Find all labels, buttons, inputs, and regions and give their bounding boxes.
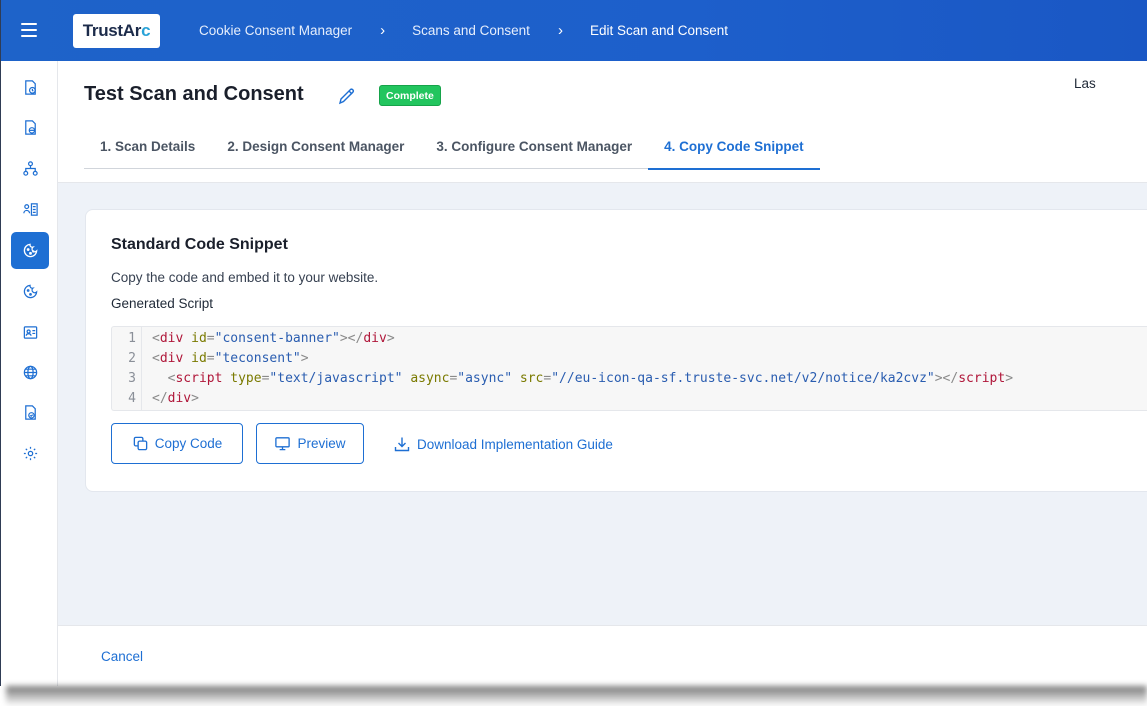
cookie-outline-icon[interactable] [11,273,49,310]
download-guide-label: Download Implementation Guide [417,436,613,452]
breadcrumb: Cookie Consent Manager › Scans and Conse… [199,0,728,61]
id-card-icon[interactable] [11,314,49,351]
code-lines: <div id="consent-banner"></div> <div id=… [152,329,1013,409]
document-globe-icon[interactable] [11,109,49,146]
line-number: 4 [128,391,136,406]
line-number: 1 [128,331,136,346]
code-line: <div id="consent-banner"></div> [152,331,395,346]
copy-icon [133,436,148,451]
app-window: TrustArc Cookie Consent Manager › Scans … [0,0,1147,686]
tab-scan-details[interactable]: 1. Scan Details [84,123,211,169]
top-navigation-bar: TrustArc Cookie Consent Manager › Scans … [1,0,1147,61]
breadcrumb-edit-scan-and-consent: Edit Scan and Consent [589,23,729,38]
code-editor[interactable]: 1 2 3 4 <div id="consent-banner"></div> … [111,326,1147,411]
page-header: Test Scan and Consent Complete 1. Scan D… [58,61,1147,183]
preview-button[interactable]: Preview [256,423,364,464]
hamburger-menu-icon[interactable] [21,23,37,37]
trustarc-logo[interactable]: TrustArc [73,14,160,48]
tab-configure-consent-manager[interactable]: 3. Configure Consent Manager [420,123,648,169]
breadcrumb-scans-and-consent[interactable]: Scans and Consent [412,23,530,38]
document-clock-icon[interactable] [11,69,49,106]
breadcrumb-cookie-consent-manager[interactable]: Cookie Consent Manager [199,23,352,38]
sidebar [1,61,58,686]
line-number: 2 [128,351,136,366]
tab-copy-code-snippet[interactable]: 4. Copy Code Snippet [648,123,820,170]
card-title: Standard Code Snippet [111,236,288,253]
code-line: </div> [152,391,199,406]
code-line: <script type="text/javascript" async="as… [167,371,1014,386]
globe-icon[interactable] [11,354,49,391]
copy-code-label: Copy Code [154,436,223,451]
generated-script-label: Generated Script [111,296,214,311]
cancel-button[interactable]: Cancel [101,649,143,664]
line-number-gutter: 1 2 3 4 [112,327,142,410]
gear-icon[interactable] [11,435,49,472]
person-list-icon[interactable] [11,191,49,228]
page-title: Test Scan and Consent [84,83,304,105]
document-check-icon[interactable] [11,394,49,431]
cookie-icon[interactable] [11,232,49,269]
status-badge: Complete [379,85,441,106]
card-description: Copy the code and embed it to your websi… [111,270,379,285]
footer-bar: Cancel [58,625,1147,686]
chevron-right-icon: › [557,22,563,39]
monitor-icon [275,437,291,451]
copy-code-button[interactable]: Copy Code [111,423,243,464]
logo-text: TrustArc [82,21,151,40]
tab-design-consent-manager[interactable]: 2. Design Consent Manager [211,123,420,169]
step-tabs: 1. Scan Details 2. Design Consent Manage… [84,123,820,170]
truncated-header-label: Las [1074,76,1096,91]
network-icon[interactable] [11,150,49,187]
code-line: <div id="teconsent"> [152,351,309,366]
pencil-edit-icon[interactable] [337,86,357,106]
preview-label: Preview [297,436,346,451]
download-guide-link[interactable]: Download Implementation Guide [393,433,613,455]
code-snippet-card: Standard Code Snippet Copy the code and … [85,209,1147,492]
download-icon [394,437,410,452]
window-shadow [6,686,1147,706]
line-number: 3 [128,371,136,386]
chevron-right-icon: › [380,22,386,39]
